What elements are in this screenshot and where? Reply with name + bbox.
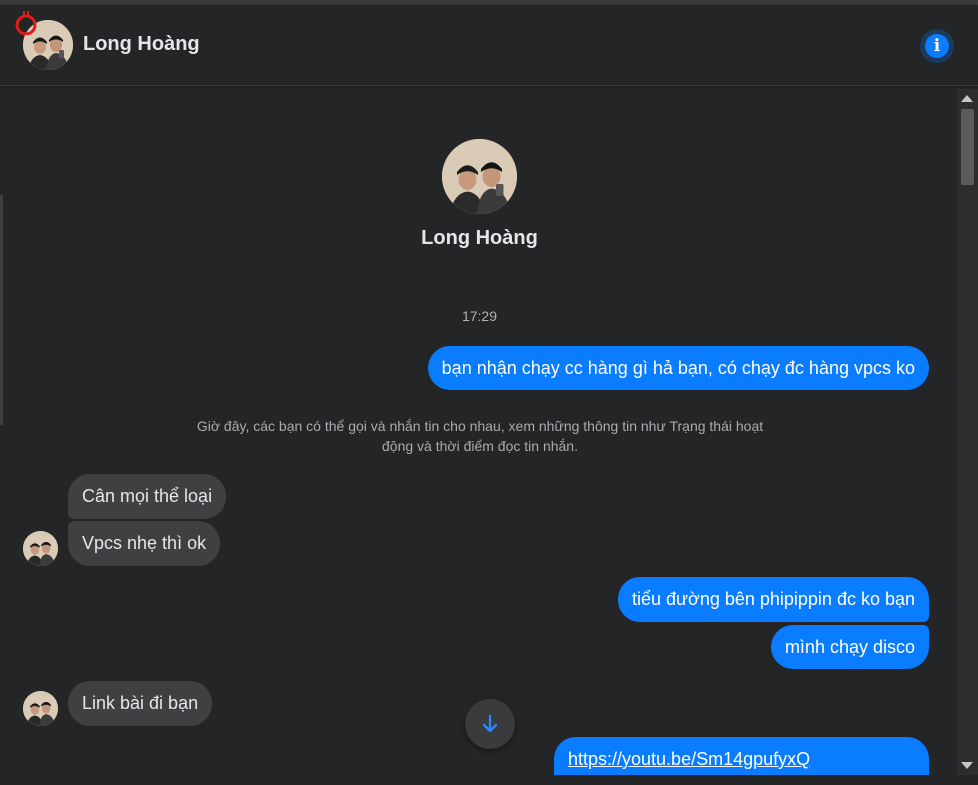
chat-window: Long Hoàng i Long Hoàng 17:29 bạn nhận c…	[0, 0, 978, 785]
info-button[interactable]: i	[920, 29, 954, 63]
scroll-down-arrow-icon[interactable]	[961, 762, 973, 769]
scroll-up-arrow-icon[interactable]	[961, 95, 973, 102]
sender-avatar[interactable]	[23, 531, 58, 566]
arrow-down-icon	[482, 714, 498, 733]
message-timestamp: 17:29	[461, 308, 498, 324]
scroll-thumb[interactable]	[961, 109, 974, 185]
incoming-message[interactable]: Vpcs nhẹ thì ok	[68, 521, 221, 566]
outgoing-message[interactable]: tiểu đường bên phipippin đc ko bạn	[617, 577, 929, 622]
scroll-to-bottom-button[interactable]	[465, 699, 515, 749]
annotation-circle-icon	[15, 11, 37, 35]
incoming-message[interactable]: Link bài đi bạn	[68, 681, 213, 726]
outgoing-message[interactable]: bạn nhận chạy cc hàng gì hả bạn, có chạy…	[427, 346, 929, 390]
info-icon: i	[925, 34, 949, 58]
avatar-photo	[442, 139, 517, 214]
profile-avatar[interactable]	[442, 139, 517, 214]
avatar-photo	[23, 531, 58, 566]
composer-area-edge	[0, 775, 978, 785]
avatar-photo	[23, 691, 58, 726]
incoming-message[interactable]: Cân mọi thể loại	[68, 474, 227, 519]
profile-name[interactable]: Long Hoàng	[0, 227, 959, 250]
message-link[interactable]: https://youtu.be/Sm14gpufyxQ	[568, 749, 810, 769]
contact-name[interactable]: Long Hoàng	[83, 33, 200, 56]
chat-header: Long Hoàng i	[0, 5, 978, 86]
scrollbar[interactable]	[957, 89, 978, 775]
system-note: Giờ đây, các bạn có thể gọi và nhắn tin …	[196, 418, 764, 454]
sender-avatar[interactable]	[23, 691, 58, 726]
outgoing-message[interactable]: mình chạy disco	[770, 625, 929, 669]
